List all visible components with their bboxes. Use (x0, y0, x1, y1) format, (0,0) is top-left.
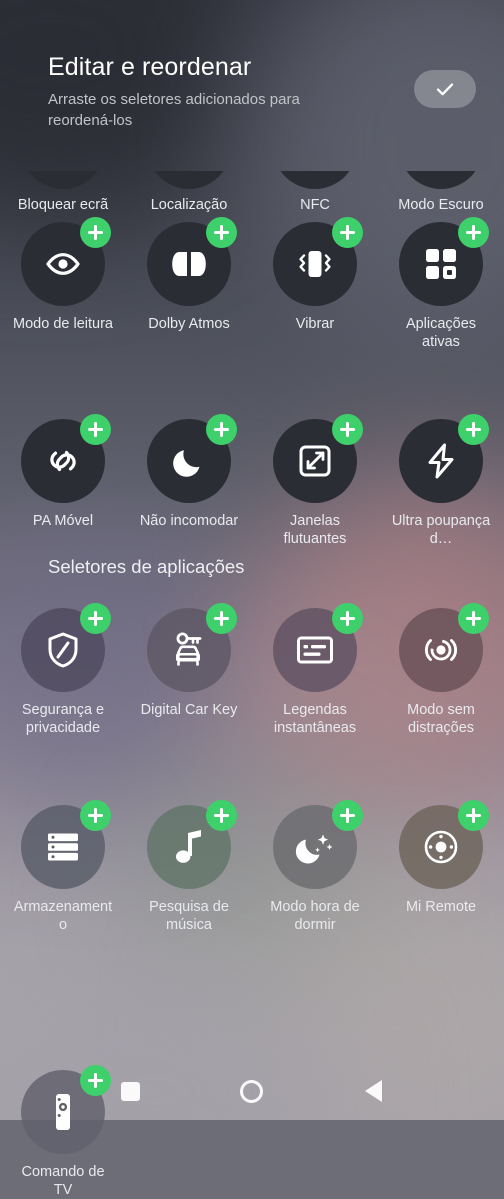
app-tile-armazenamento[interactable]: Armazenamento (0, 800, 126, 934)
float-window-icon (298, 444, 332, 478)
tile-label: Segurança e privacidade (21, 702, 105, 736)
quick-tile-partial[interactable]: Modo Escuro (378, 152, 504, 214)
home-circle-icon (240, 1079, 264, 1103)
app-grid-icon (424, 247, 458, 281)
quick-tile-aplicacoes-ativas[interactable]: Aplicações ativas (378, 217, 504, 351)
tile-label: Mi Remote (405, 899, 477, 915)
shield-icon (46, 631, 80, 669)
quick-tile-partial[interactable]: NFC (252, 152, 378, 214)
quick-tile-partial[interactable]: Localização (126, 152, 252, 214)
remote-dpad-icon (422, 828, 460, 866)
partial-scrolled-row: Bloquear ecrã Localização NFC Modo Escur… (0, 152, 504, 214)
add-badge-button[interactable] (80, 217, 111, 248)
moon-icon (171, 443, 207, 479)
home-button[interactable] (230, 1069, 274, 1113)
add-badge-button[interactable] (80, 603, 111, 634)
back-button[interactable] (351, 1069, 395, 1113)
tile-label: Pesquisa de música (149, 899, 229, 933)
tile-label: Modo sem distrações (407, 702, 475, 736)
quick-tile-pa-movel[interactable]: PA Móvel (0, 414, 126, 548)
app-tile-pesquisa-de-musica[interactable]: Pesquisa de música (126, 800, 252, 934)
tile-arc (273, 171, 357, 189)
quick-tile-modo-de-leitura[interactable]: Modo de leitura (0, 217, 126, 351)
quick-tile-ultra-poupanca[interactable]: Ultra poupança d… (378, 414, 504, 548)
add-badge-button[interactable] (80, 1065, 111, 1096)
tile-arc (147, 171, 231, 189)
add-badge-button[interactable] (458, 603, 489, 634)
add-badge-button[interactable] (80, 414, 111, 445)
add-badge-button[interactable] (206, 800, 237, 831)
done-button[interactable] (414, 70, 476, 108)
eye-icon (43, 244, 83, 284)
app-tile-seguranca-e-privacidade[interactable]: Segurança e privacidade (0, 603, 126, 737)
tile-label: Localização (150, 197, 228, 213)
quick-tile-dolby-atmos[interactable]: Dolby Atmos (126, 217, 252, 351)
tile-label: PA Móvel (32, 513, 94, 529)
tile-arc (21, 171, 105, 189)
tile-label: NFC (300, 197, 330, 213)
back-triangle-icon (364, 1080, 382, 1102)
tile-label: Vibrar (295, 316, 335, 332)
add-badge-button[interactable] (332, 217, 363, 248)
quick-tile-nao-incomodar[interactable]: Não incomodar (126, 414, 252, 548)
recents-square-icon (121, 1081, 141, 1101)
tile-label: Dolby Atmos (148, 316, 230, 332)
music-note-icon (174, 828, 204, 866)
add-badge-button[interactable] (332, 414, 363, 445)
tile-label: Bloquear ecrã (17, 197, 109, 213)
tile-label: Armazenamento (13, 899, 113, 933)
recents-button[interactable] (109, 1069, 153, 1113)
app-selectors-heading: Seletores de aplicações (48, 556, 245, 577)
app-tile-digital-car-key[interactable]: Digital Car Key (126, 603, 252, 737)
add-badge-button[interactable] (332, 603, 363, 634)
tile-label: Não incomodar (139, 513, 239, 529)
android-navigation-bar (0, 1062, 504, 1120)
app-tile-legendas-instantaneas[interactable]: Legendas instantâneas (252, 603, 378, 737)
focus-target-icon (421, 633, 461, 667)
quick-toggles-grid: Modo de leitura Dolby Atmos Vibrar Aplic… (0, 217, 504, 548)
add-badge-button[interactable] (206, 217, 237, 248)
car-key-icon (170, 631, 208, 669)
add-badge-button[interactable] (458, 800, 489, 831)
page-subtitle: Arraste os seletores adicionados para re… (48, 91, 300, 129)
add-badge-button[interactable] (458, 217, 489, 248)
lightning-bolt-icon (424, 442, 458, 480)
add-badge-button[interactable] (206, 414, 237, 445)
edit-reorder-header: Editar e reordenar Arraste os seletores … (0, 0, 504, 148)
page-title: Editar e reordenar (48, 53, 252, 81)
tile-label: Comando de TV (21, 1164, 105, 1198)
bedtime-moon-icon (295, 828, 335, 866)
add-badge-button[interactable] (458, 414, 489, 445)
quick-tile-vibrar[interactable]: Vibrar (252, 217, 378, 351)
tile-label: Ultra poupança d… (391, 513, 491, 547)
app-tile-modo-sem-distracoes[interactable]: Modo sem distrações (378, 603, 504, 737)
tile-arc (399, 171, 483, 189)
captions-icon (296, 635, 334, 665)
add-badge-button[interactable] (206, 603, 237, 634)
storage-icon (46, 831, 80, 863)
tile-label: Legendas instantâneas (273, 702, 357, 736)
dolby-icon (170, 249, 208, 279)
add-badge-button[interactable] (80, 800, 111, 831)
link-chain-icon (43, 441, 83, 481)
tile-label: Digital Car Key (140, 702, 238, 718)
tile-label: Modo hora de dormir (270, 899, 360, 933)
tile-label: Aplicações ativas (405, 316, 477, 350)
tile-label: Modo de leitura (13, 316, 113, 332)
app-tile-modo-hora-de-dormir[interactable]: Modo hora de dormir (252, 800, 378, 934)
vibrate-icon (294, 247, 336, 281)
tile-label: Modo Escuro (398, 197, 484, 213)
quick-tile-janelas-flutuantes[interactable]: Janelas flutuantes (252, 414, 378, 548)
quick-tile-partial[interactable]: Bloquear ecrã (0, 152, 126, 214)
tile-label: Janelas flutuantes (283, 513, 347, 547)
app-tile-mi-remote[interactable]: Mi Remote (378, 800, 504, 934)
check-icon (433, 77, 457, 101)
add-badge-button[interactable] (332, 800, 363, 831)
